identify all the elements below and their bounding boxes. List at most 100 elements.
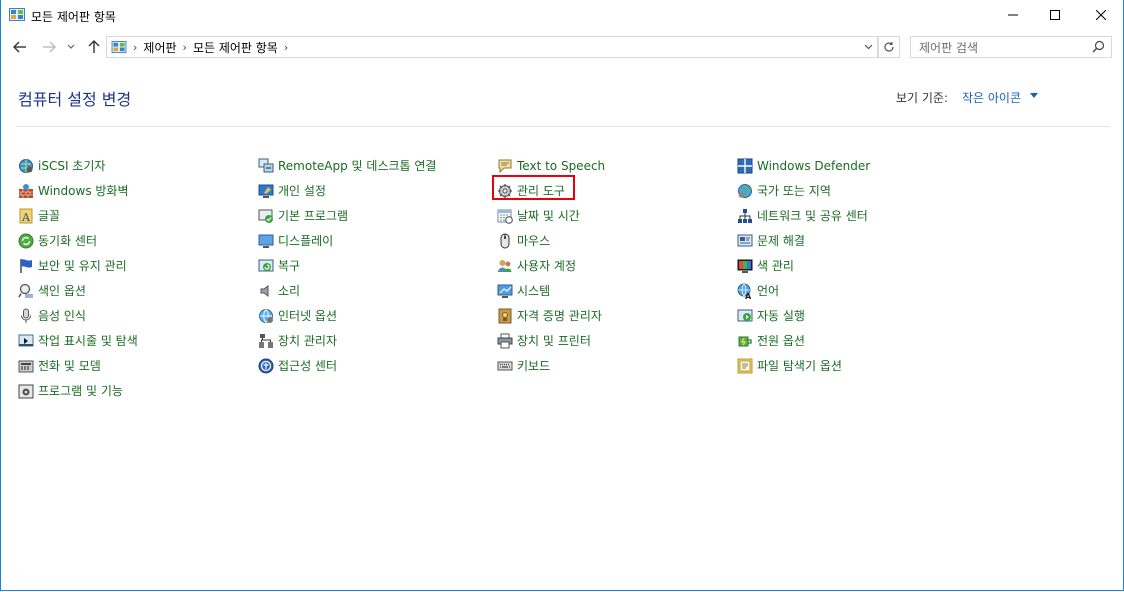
forward-arrow-icon [43,41,56,53]
up-button[interactable] [85,38,103,56]
item-recovery[interactable]: 복구 [258,253,436,278]
item-internet-options[interactable]: 인터넷 옵션 [258,303,436,328]
view-by-dropdown-arrow-icon[interactable] [1030,93,1038,98]
defender-icon [737,158,753,174]
item-system[interactable]: 시스템 [497,278,605,303]
recent-locations-button[interactable] [65,38,77,56]
title-bar[interactable]: 모든 제어판 항목 [0,0,1124,30]
date-time-icon [497,208,513,224]
breadcrumb-separator-icon[interactable]: › [183,41,187,54]
item-iscsi-initiator[interactable]: iSCSI 초기자 [18,153,138,178]
item-device-manager[interactable]: 장치 관리자 [258,328,436,353]
keyboard-icon [497,358,513,374]
autoplay-icon [737,308,753,324]
sound-icon [258,283,274,299]
page-title: 컴퓨터 설정 변경 [18,90,132,109]
item-personalization[interactable]: 개인 설정 [258,178,436,203]
item-fonts[interactable]: A 글꼴 [18,203,138,228]
chevron-down-icon [67,44,75,49]
item-user-accounts[interactable]: 사용자 계정 [497,253,605,278]
view-by-dropdown[interactable]: 작은 아이콘 [962,89,1021,106]
item-mouse[interactable]: 마우스 [497,228,605,253]
close-button[interactable] [1078,0,1124,30]
search-icon[interactable] [1092,40,1105,56]
item-date-time[interactable]: 날짜 및 시간 [497,203,605,228]
up-arrow-icon [88,40,100,53]
svg-text:A: A [21,211,31,224]
item-autoplay[interactable]: 자동 실행 [737,303,870,328]
item-windows-firewall[interactable]: Windows 방화벽 [18,178,138,203]
breadcrumb-all-items[interactable]: 모든 제어판 항목 [193,39,278,56]
navigation-bar: › 제어판 › 모든 제어판 항목 › [0,34,1124,60]
personalization-icon [258,183,274,199]
item-troubleshooting[interactable]: 문제 해결 [737,228,870,253]
items-column-2: RemoteApp 및 데스크톱 연결 개인 설정 기본 프로그램 디스플레이 … [258,153,436,378]
address-dropdown-button[interactable] [859,37,877,57]
item-sound[interactable]: 소리 [258,278,436,303]
item-speech-recognition[interactable]: 음성 인식 [18,303,138,328]
item-programs-features[interactable]: 프로그램 및 기능 [18,378,138,403]
item-default-programs[interactable]: 기본 프로그램 [258,203,436,228]
item-power-options[interactable]: 전원 옵션 [737,328,870,353]
search-input[interactable] [917,39,1081,57]
items-column-4: Windows Defender 국가 또는 지역 네트워크 및 공유 센터 문… [737,153,870,378]
back-arrow-icon [13,41,26,53]
back-button[interactable] [11,38,29,56]
item-windows-defender[interactable]: Windows Defender [737,153,870,178]
system-icon [497,283,513,299]
item-network-sharing[interactable]: 네트워크 및 공유 센터 [737,203,870,228]
highlight-box-admin-tools [492,175,575,200]
item-display[interactable]: 디스플레이 [258,228,436,253]
fonts-icon: A [18,208,34,224]
breadcrumb-separator-icon[interactable]: › [133,41,137,54]
display-icon [258,233,274,249]
item-remoteapp[interactable]: RemoteApp 및 데스크톱 연결 [258,153,436,178]
item-region[interactable]: 국가 또는 지역 [737,178,870,203]
window-title: 모든 제어판 항목 [31,10,116,24]
ease-of-access-icon [258,358,274,374]
refresh-button[interactable] [878,36,900,58]
breadcrumb-control-panel[interactable]: 제어판 [143,39,176,56]
address-bar[interactable]: › 제어판 › 모든 제어판 항목 › [106,36,878,58]
item-language[interactable]: A 언어 [737,278,870,303]
search-box[interactable] [910,36,1112,58]
item-file-explorer-options[interactable]: 파일 탐색기 옵션 [737,353,870,378]
item-sync-center[interactable]: 동기화 센터 [18,228,138,253]
item-keyboard[interactable]: 키보드 [497,353,605,378]
color-management-icon [737,258,753,274]
forward-button[interactable] [40,38,58,56]
flag-icon [18,258,34,274]
refresh-icon [884,42,894,52]
minimize-button[interactable] [990,0,1036,30]
phone-modem-icon [18,358,34,374]
power-options-icon [737,333,753,349]
svg-text:A: A [745,292,752,299]
mouse-icon [497,233,513,249]
programs-icon [18,383,34,399]
credential-manager-icon [497,308,513,324]
user-accounts-icon [497,258,513,274]
network-sharing-icon [737,208,753,224]
control-panel-icon [111,40,127,54]
items-column-1: iSCSI 초기자 Windows 방화벽 A 글꼴 동기화 센터 보안 및 유… [18,153,138,403]
sync-center-icon [18,233,34,249]
file-explorer-options-icon [737,358,753,374]
item-taskbar-navigation[interactable]: 작업 표시줄 및 탐색 [18,328,138,353]
chevron-down-icon [864,44,872,50]
maximize-button[interactable] [1032,0,1078,30]
item-security-maintenance[interactable]: 보안 및 유지 관리 [18,253,138,278]
view-by-label: 보기 기준: [896,91,949,105]
control-panel-icon [9,8,25,22]
internet-options-icon [258,308,274,324]
item-phone-modem[interactable]: 전화 및 모뎀 [18,353,138,378]
device-manager-icon [258,333,274,349]
item-indexing-options[interactable]: 색인 옵션 [18,278,138,303]
item-color-management[interactable]: 색 관리 [737,253,870,278]
breadcrumb-separator-icon[interactable]: › [284,41,288,54]
devices-printers-icon [497,333,513,349]
item-credential-manager[interactable]: 자격 증명 관리자 [497,303,605,328]
microphone-icon [18,308,34,324]
item-ease-of-access[interactable]: 접근성 센터 [258,353,436,378]
item-devices-printers[interactable]: 장치 및 프린터 [497,328,605,353]
firewall-icon [18,183,34,199]
